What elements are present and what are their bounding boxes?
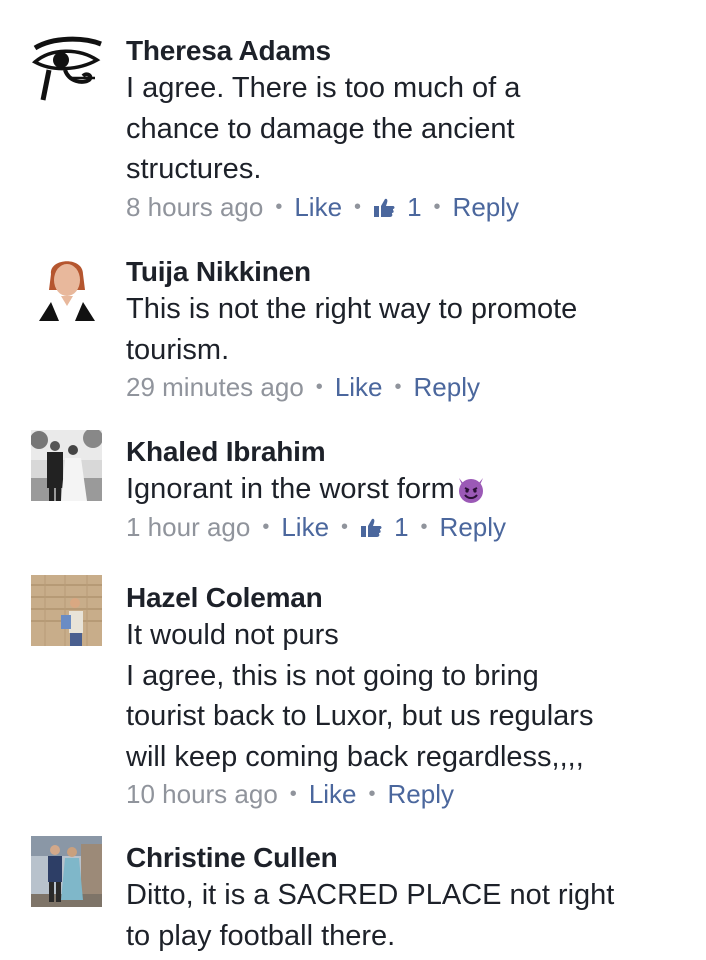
like-count[interactable]: 1	[373, 192, 422, 222]
comment-text-line: chance to damage the ancient	[126, 112, 515, 145]
avatar[interactable]	[31, 836, 102, 907]
comment-text-line: will keep coming back regardless,,,,	[126, 740, 584, 773]
comment-meta: 8 hours ago • Like • 1 • Reply	[126, 189, 686, 228]
comment-text-line: It would not purs	[126, 619, 339, 651]
separator-dot: •	[275, 195, 283, 218]
comment-text-line: I agree. There is too much of a	[126, 72, 521, 104]
thumbs-up-icon	[374, 198, 395, 217]
separator-dot: •	[394, 376, 402, 398]
comment-timestamp[interactable]: 1 hour ago	[126, 512, 250, 542]
separator-dot: •	[368, 783, 376, 805]
reply-button[interactable]: Reply	[440, 512, 506, 542]
comment-text: I agree. There is too much of a chance t…	[126, 68, 686, 190]
separator-dot: •	[341, 515, 349, 538]
separator-dot: •	[433, 195, 441, 218]
reply-button[interactable]: Reply	[388, 779, 454, 809]
like-count[interactable]: 1	[360, 512, 409, 542]
avatar[interactable]	[31, 250, 102, 321]
comment-text-line: structures.	[126, 153, 262, 185]
comment-text-line: This is not the right way to promote	[126, 293, 578, 325]
profile-photo-wedding-couple	[31, 430, 102, 501]
separator-dot: •	[420, 515, 428, 538]
comment-author[interactable]: Khaled Ibrahim	[126, 436, 686, 468]
comment-text-line: to play football there.	[126, 919, 396, 952]
comment-meta: 10 hours ago • Like • Reply	[126, 776, 686, 815]
comment-text-line: Ditto, it is a SACRED PLACE not right	[126, 879, 615, 911]
comment-text: Ignorant in the worst form	[126, 469, 686, 510]
separator-dot: •	[354, 195, 362, 218]
eye-of-horus-icon	[31, 36, 102, 101]
comment-text-line: tourism.	[126, 333, 230, 366]
thumbs-up-icon	[361, 518, 382, 537]
comment-text-line: Ignorant in the worst form	[126, 469, 686, 510]
comment-author[interactable]: Tuija Nikkinen	[126, 256, 686, 288]
comment-text-content: Ignorant in the worst form	[126, 473, 455, 505]
avatar[interactable]	[31, 430, 102, 501]
separator-dot: •	[289, 783, 297, 805]
reply-button[interactable]: Reply	[453, 192, 519, 222]
comment-text-line: I agree, this is not going to bring	[126, 659, 539, 692]
comment-text: It would not purs I agree, this is not g…	[126, 615, 686, 777]
profile-photo-woman	[31, 250, 102, 321]
like-button[interactable]: Like	[309, 779, 357, 809]
profile-photo-couple	[31, 836, 102, 907]
comment-meta: 29 minutes ago • Like • Reply	[126, 369, 686, 408]
separator-dot: •	[262, 515, 270, 538]
profile-photo-woman-at-temple	[31, 575, 102, 646]
comment-text-line: tourist back to Luxor, but us regulars	[126, 700, 594, 732]
comment-timestamp[interactable]: 10 hours ago	[126, 779, 278, 809]
like-button[interactable]: Like	[294, 192, 342, 222]
avatar[interactable]	[31, 34, 102, 105]
separator-dot: •	[315, 376, 323, 398]
smiling-imp-emoji-icon	[458, 478, 483, 503]
reply-button[interactable]: Reply	[414, 372, 480, 402]
comment-text: Ditto, it is a SACRED PLACE not right to…	[126, 875, 686, 956]
like-button[interactable]: Like	[335, 372, 383, 402]
comment-author[interactable]: Hazel Coleman	[126, 582, 686, 614]
comment-timestamp[interactable]: 8 hours ago	[126, 192, 263, 222]
comment-text: This is not the right way to promote tou…	[126, 289, 686, 370]
comment-author[interactable]: Theresa Adams	[126, 35, 686, 67]
avatar[interactable]	[31, 575, 102, 646]
comment-timestamp[interactable]: 29 minutes ago	[126, 372, 304, 402]
comment-author[interactable]: Christine Cullen	[126, 842, 686, 874]
comment-meta: 1 hour ago • Like • 1 • Reply	[126, 509, 686, 548]
like-button[interactable]: Like	[281, 512, 329, 542]
